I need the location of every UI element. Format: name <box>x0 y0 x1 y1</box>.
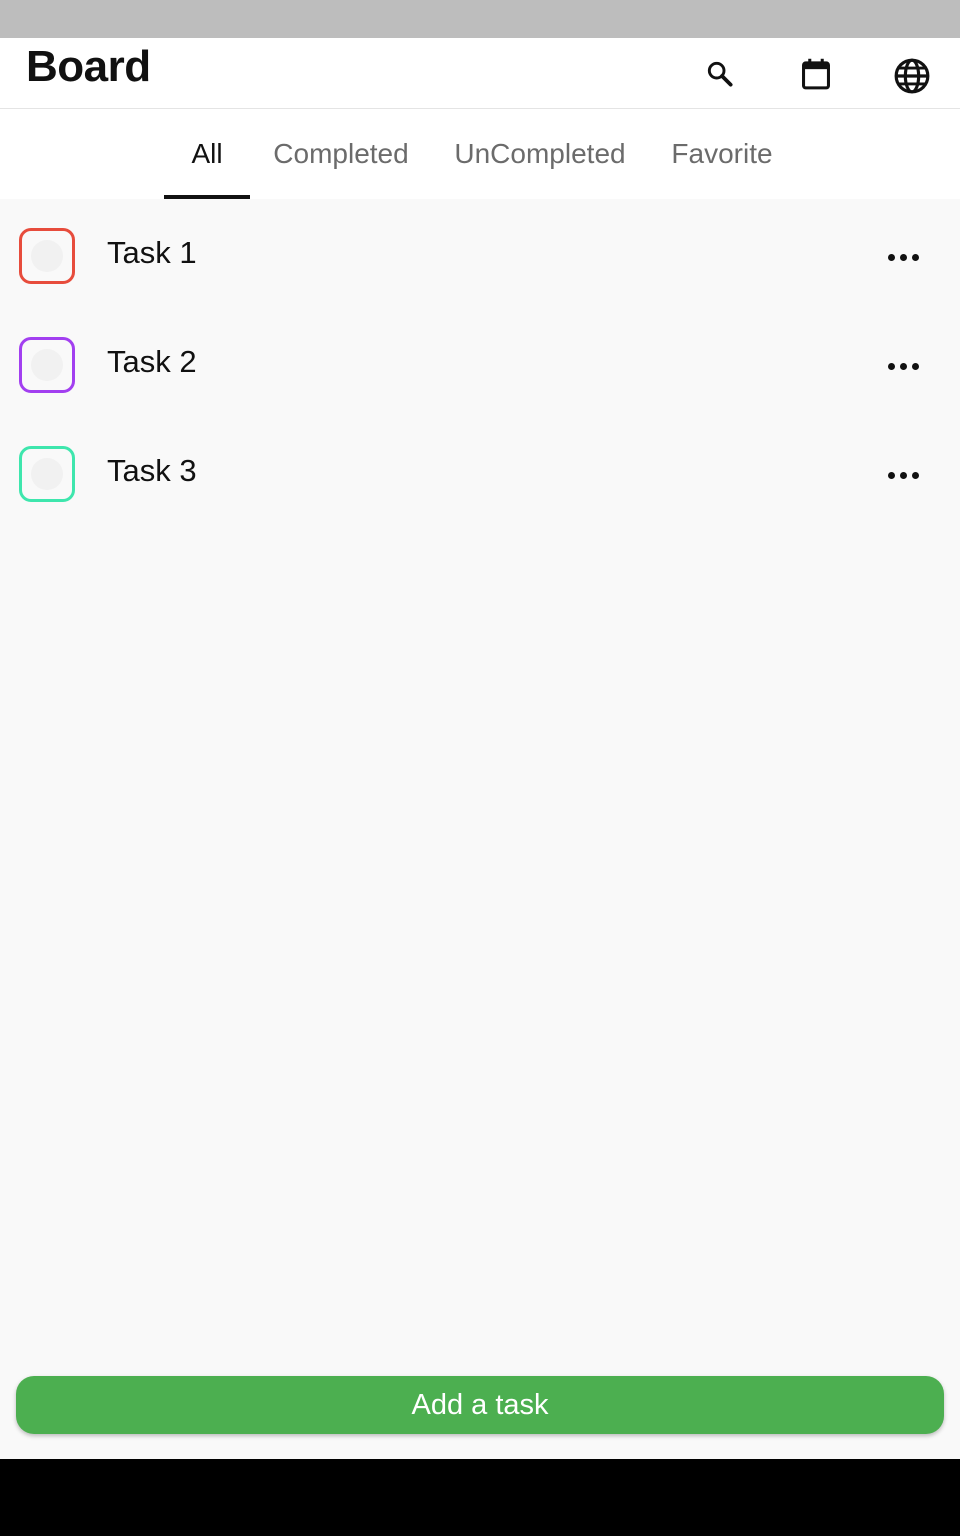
task-checkbox[interactable] <box>19 337 75 393</box>
task-list: Task 1 Task 2 Task 3 <box>0 199 960 526</box>
task-label: Task 2 <box>107 344 197 379</box>
globe-icon <box>893 57 931 95</box>
search-icon <box>704 58 736 90</box>
tab-favorite[interactable]: Favorite <box>662 109 782 199</box>
task-label: Task 1 <box>107 235 197 270</box>
task-label: Task 3 <box>107 453 197 488</box>
more-horizontal-icon[interactable] <box>878 237 928 277</box>
language-button[interactable] <box>890 54 934 98</box>
add-task-button[interactable]: Add a task <box>16 1376 944 1434</box>
tab-uncompleted[interactable]: UnCompleted <box>446 109 634 199</box>
tab-all[interactable]: All <box>164 109 250 199</box>
task-checkbox[interactable] <box>19 446 75 502</box>
more-horizontal-icon[interactable] <box>878 455 928 495</box>
page-title: Board <box>26 42 151 91</box>
tab-completed[interactable]: Completed <box>262 109 420 199</box>
status-bar <box>0 0 960 38</box>
task-row: Task 1 <box>0 199 960 308</box>
task-row: Task 3 <box>0 417 960 526</box>
task-checkbox[interactable] <box>19 228 75 284</box>
more-horizontal-icon[interactable] <box>878 346 928 386</box>
calendar-button[interactable] <box>794 52 838 96</box>
search-button[interactable] <box>698 52 742 96</box>
system-navigation-bar <box>0 1459 960 1536</box>
app-bar: Board <box>0 38 960 109</box>
tab-bar: All Completed UnCompleted Favorite <box>0 109 960 199</box>
calendar-icon <box>799 56 833 92</box>
task-row: Task 2 <box>0 308 960 417</box>
